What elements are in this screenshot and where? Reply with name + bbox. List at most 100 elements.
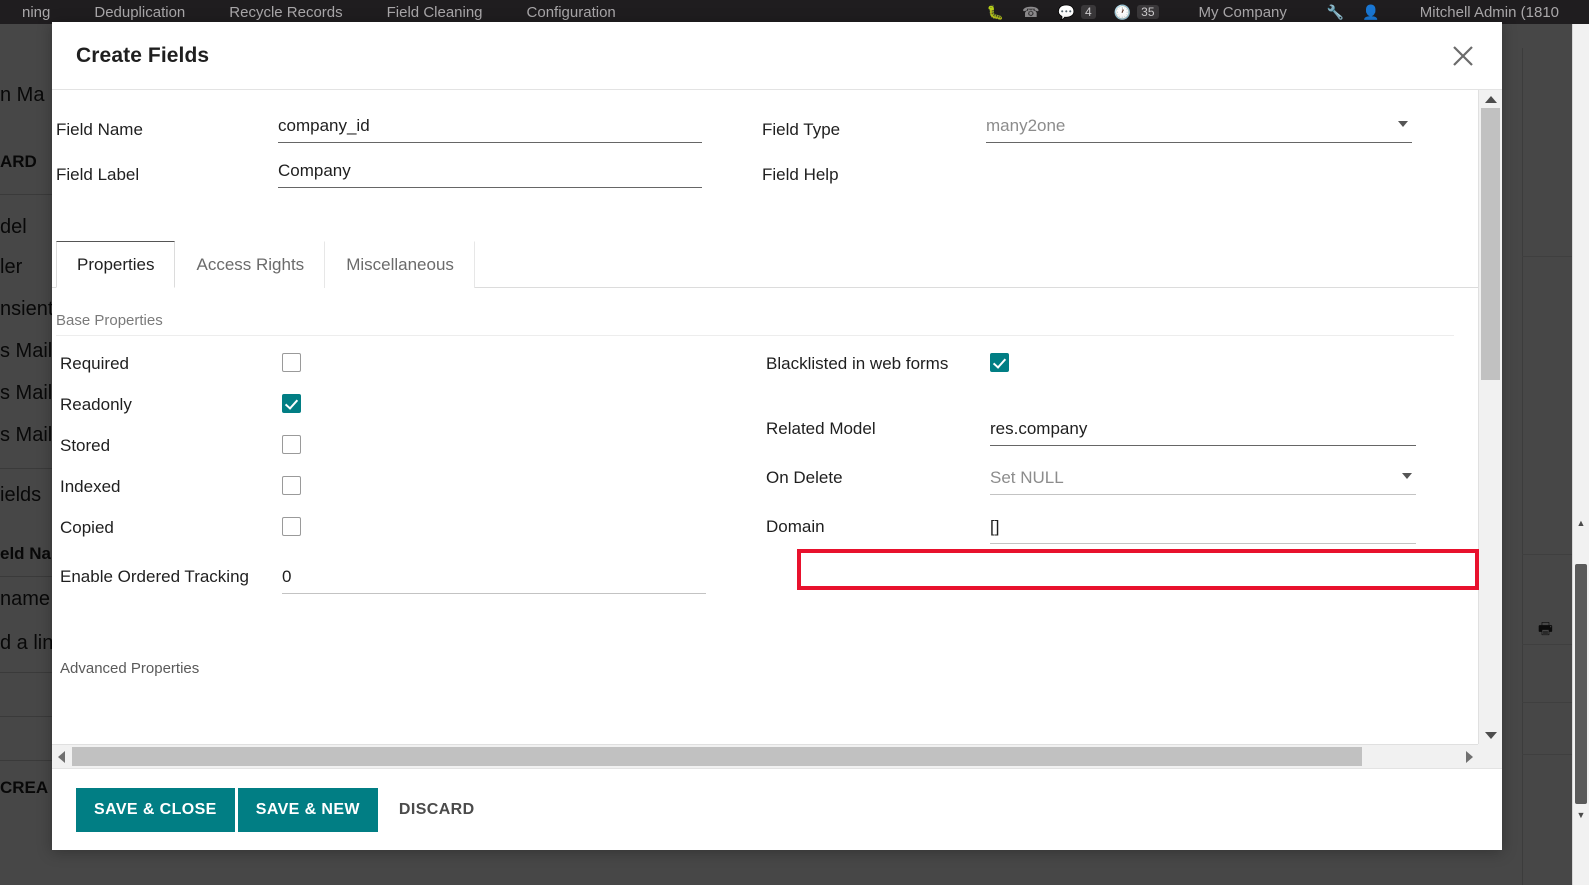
tab-miscellaneous[interactable]: Miscellaneous <box>325 241 475 288</box>
background-text-fragment: ields <box>0 484 42 506</box>
background-divider <box>0 716 52 717</box>
field-name-input[interactable] <box>278 112 702 143</box>
readonly-checkbox[interactable] <box>282 394 301 413</box>
modal-body-wrap: Field Name Field Label Field Ty <box>52 90 1502 768</box>
scrollbar-corner <box>1478 744 1502 768</box>
nav-company-name[interactable]: My Company <box>1177 4 1309 21</box>
enable-ordered-tracking-input[interactable] <box>282 563 706 594</box>
background-text-fragment: d a line <box>0 632 52 654</box>
stored-checkbox[interactable] <box>282 435 301 454</box>
close-icon[interactable] <box>1446 39 1480 73</box>
background-text-fragment: s Mail A <box>0 382 52 404</box>
phone-icon[interactable]: ☎ <box>1022 4 1039 21</box>
property-row-blacklisted-in-web-forms: Blacklisted in web forms <box>766 350 1476 391</box>
nav-item-0[interactable]: ning <box>0 4 72 21</box>
blacklisted-in-web-forms-label: Blacklisted in web forms <box>766 354 949 373</box>
background-left-content: n Ma ARD del ler nsient s Mail T s Mail … <box>0 48 52 885</box>
field-help-input[interactable] <box>986 157 1412 187</box>
tab-access-rights[interactable]: Access Rights <box>175 241 326 288</box>
modal-header: Create Fields <box>52 22 1502 90</box>
scroll-down-arrow-icon[interactable]: ▼ <box>1573 806 1589 823</box>
on-delete-label: On Delete <box>766 468 843 487</box>
property-row-enable-ordered-tracking: Enable Ordered Tracking <box>60 563 766 604</box>
property-row-domain: Domain <box>766 513 1476 554</box>
property-row-on-delete: On Delete <box>766 464 1476 505</box>
background-divider <box>0 672 52 673</box>
background-text-fragment: ARD <box>0 152 37 171</box>
background-text-fragment: nsient <box>0 298 52 320</box>
modal-body: Field Name Field Label Field Ty <box>52 90 1478 744</box>
scroll-left-arrow-icon[interactable] <box>52 745 70 768</box>
nav-item-recycle-records[interactable]: Recycle Records <box>207 4 364 21</box>
property-row-required: Required <box>60 350 766 391</box>
save-and-new-button[interactable]: SAVE & NEW <box>237 787 378 832</box>
field-type-label: Field Type <box>762 120 841 139</box>
property-row-readonly: Readonly <box>60 391 766 432</box>
bug-icon[interactable]: 🐛 <box>987 4 1004 21</box>
related-model-input[interactable] <box>990 415 1416 446</box>
properties-left-column: Required Readonly Stored Indexed Copied … <box>56 350 766 604</box>
readonly-label: Readonly <box>60 395 132 414</box>
background-text-fragment: name <box>0 588 51 610</box>
background-divider <box>0 468 52 469</box>
vertical-scrollbar-thumb[interactable] <box>1481 108 1500 380</box>
nav-item-configuration[interactable]: Configuration <box>505 4 638 21</box>
wrench-icon[interactable]: 🔧 <box>1327 4 1344 21</box>
indexed-label: Indexed <box>60 477 121 496</box>
chevron-down-icon[interactable] <box>1402 473 1412 479</box>
clock-icon[interactable]: 🕐 <box>1114 4 1131 21</box>
blacklisted-in-web-forms-checkbox[interactable] <box>990 353 1009 372</box>
tab-bar: Properties Access Rights Miscellaneous <box>52 240 1478 288</box>
tab-properties[interactable]: Properties <box>56 241 176 288</box>
background-divider <box>0 576 52 577</box>
on-delete-select[interactable] <box>990 464 1416 495</box>
modal-vertical-scrollbar[interactable] <box>1478 90 1502 744</box>
properties-grid: Required Readonly Stored Indexed Copied … <box>56 350 1478 604</box>
property-row-indexed: Indexed <box>60 473 766 514</box>
chat-badge: 4 <box>1081 5 1096 19</box>
domain-input[interactable] <box>990 513 1416 544</box>
chevron-down-icon[interactable] <box>1398 121 1408 127</box>
scroll-right-arrow-icon[interactable] <box>1460 745 1478 768</box>
browser-scrollbar-thumb[interactable] <box>1575 564 1587 804</box>
chat-icon[interactable]: 💬 <box>1058 4 1075 21</box>
copied-label: Copied <box>60 518 114 537</box>
background-create-link[interactable]: CREA <box>0 778 48 798</box>
user-avatar-icon[interactable]: 👤 <box>1362 4 1379 21</box>
nav-item-field-cleaning[interactable]: Field Cleaning <box>365 4 505 21</box>
scroll-up-arrow-icon[interactable]: ▲ <box>1573 514 1589 531</box>
indexed-checkbox[interactable] <box>282 476 301 495</box>
field-label-label: Field Label <box>56 165 140 184</box>
field-row-field-help: Field Help <box>762 157 1472 191</box>
top-fields-right-column: Field Type Field Help <box>762 112 1472 202</box>
scroll-up-arrow-icon[interactable] <box>1479 90 1502 108</box>
required-checkbox[interactable] <box>282 353 301 372</box>
property-row-copied: Copied <box>60 514 766 555</box>
properties-panel: Base Properties Required Readonly Stored <box>52 288 1478 677</box>
field-label-input[interactable] <box>278 157 702 188</box>
horizontal-scrollbar-thumb[interactable] <box>72 747 1362 766</box>
property-row-related-model: Related Model <box>766 415 1476 456</box>
nav-user-name[interactable]: Mitchell Admin (1810 <box>1398 4 1581 21</box>
background-text-fragment: s Mail I <box>0 424 52 446</box>
nav-item-deduplication[interactable]: Deduplication <box>72 4 207 21</box>
modal-horizontal-scrollbar[interactable] <box>52 744 1502 768</box>
related-model-label: Related Model <box>766 419 876 438</box>
stored-label: Stored <box>60 436 111 455</box>
background-divider <box>0 194 52 195</box>
field-type-select[interactable] <box>986 112 1412 143</box>
top-field-grid: Field Name Field Label Field Ty <box>52 112 1478 202</box>
field-row-field-type: Field Type <box>762 112 1472 146</box>
copied-checkbox[interactable] <box>282 517 301 536</box>
background-text-fragment: ler <box>0 256 23 278</box>
domain-label: Domain <box>766 517 825 536</box>
print-icon[interactable]: 🖶 <box>1538 618 1553 645</box>
discard-button[interactable]: DISCARD <box>381 788 493 832</box>
field-row-field-name: Field Name <box>56 112 762 146</box>
scroll-down-arrow-icon[interactable] <box>1479 726 1502 744</box>
background-navbar: ning Deduplication Recycle Records Field… <box>0 0 1589 24</box>
browser-vertical-scrollbar[interactable]: ▲ ▼ <box>1572 24 1589 885</box>
save-and-close-button[interactable]: SAVE & CLOSE <box>76 787 235 832</box>
modal-footer: SAVE & CLOSE SAVE & NEW DISCARD <box>52 768 1502 850</box>
page-title: Create Fields <box>76 43 210 67</box>
